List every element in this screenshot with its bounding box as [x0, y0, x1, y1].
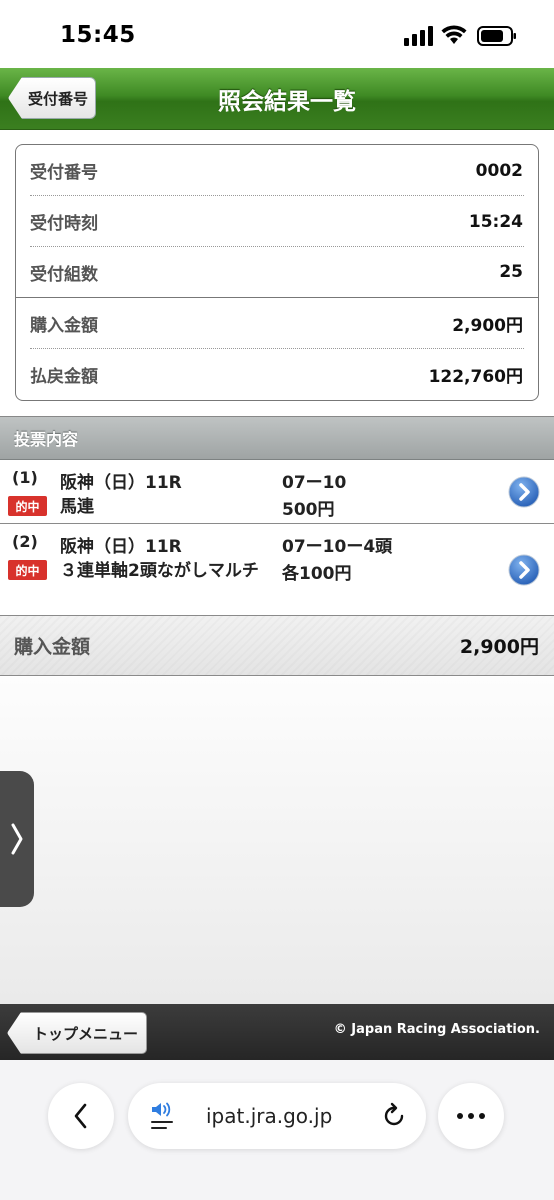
- votes-section-heading: 投票内容: [0, 416, 554, 460]
- reader-audio-icon: [151, 1102, 173, 1129]
- chevron-left-icon: [74, 1103, 87, 1129]
- summary-row-receipt-time: 受付時刻 15:24: [16, 196, 538, 247]
- summary-row-set-count: 受付組数 25: [16, 247, 538, 298]
- app-header: 照会結果一覧 受付番号: [0, 68, 554, 130]
- summary-row-receipt-number: 受付番号 0002: [16, 145, 538, 196]
- vote-amount: 500円: [282, 500, 335, 520]
- summary-value: 25: [499, 262, 523, 282]
- vote-venue: 阪神（日）11R: [60, 537, 182, 557]
- ellipsis-icon: [457, 1113, 485, 1119]
- content-blank-area: [0, 677, 554, 1004]
- status-time: 15:45: [60, 22, 136, 48]
- vote-bet-type: 馬連: [60, 497, 94, 517]
- summary-value: 2,900円: [452, 316, 523, 336]
- summary-value: 15:24: [468, 211, 523, 232]
- status-bar: 15:45: [0, 0, 554, 68]
- browser-back-button[interactable]: [48, 1083, 114, 1149]
- vote-combination: 07ー10: [282, 473, 347, 493]
- summary-label: 受付組数: [30, 264, 98, 285]
- more-options-button[interactable]: [438, 1083, 504, 1149]
- top-menu-button[interactable]: トップメニュー: [7, 1012, 147, 1054]
- summary-row-payout-amount: 払戻金額 122,760円: [16, 349, 538, 400]
- vote-item[interactable]: (2) 的中 阪神（日）11R ３連単軸2頭ながしマルチ 07ー10ー4頭 各1…: [0, 524, 554, 616]
- summary-label: 購入金額: [30, 316, 98, 336]
- chevron-right-circle-icon[interactable]: [508, 476, 540, 508]
- copyright-text: © Japan Racing Association.: [333, 1022, 540, 1037]
- vote-bet-type: ３連単軸2頭ながしマルチ: [60, 561, 259, 581]
- url-text: ipat.jra.go.jp: [206, 1104, 333, 1128]
- summary-value: 0002: [475, 160, 523, 181]
- vote-number: (2): [12, 532, 38, 551]
- summary-panel: 受付番号 0002 受付時刻 15:24 受付組数 25 購入金額 2,900円…: [15, 144, 539, 401]
- total-label: 購入金額: [14, 636, 91, 658]
- address-bar[interactable]: ipat.jra.go.jp: [128, 1083, 426, 1149]
- vote-venue: 阪神（日）11R: [60, 473, 182, 493]
- back-button[interactable]: 受付番号: [8, 77, 96, 119]
- summary-label: 払戻金額: [30, 367, 98, 387]
- side-panel-handle[interactable]: [0, 771, 34, 907]
- summary-value: 122,760円: [428, 367, 523, 387]
- chevron-right-icon: [11, 823, 23, 855]
- vote-combination: 07ー10ー4頭: [282, 537, 393, 557]
- summary-row-purchase-amount: 購入金額 2,900円: [16, 298, 538, 349]
- app-footer: トップメニュー © Japan Racing Association.: [0, 1004, 554, 1060]
- reload-icon[interactable]: [380, 1102, 408, 1130]
- vote-item[interactable]: (1) 的中 阪神（日）11R 馬連 07ー10 500円: [0, 460, 554, 524]
- hit-badge: 的中: [8, 560, 47, 580]
- cellular-signal-icon: [404, 26, 433, 46]
- total-value: 2,900円: [459, 636, 539, 658]
- wifi-icon: [441, 25, 467, 44]
- total-row: 購入金額 2,900円: [0, 616, 554, 676]
- summary-label: 受付番号: [30, 163, 98, 183]
- browser-toolbar: ipat.jra.go.jp: [0, 1060, 554, 1200]
- battery-icon: [477, 26, 516, 46]
- chevron-right-circle-icon[interactable]: [508, 554, 540, 586]
- vote-number: (1): [12, 468, 38, 487]
- vote-amount: 各100円: [282, 564, 352, 584]
- hit-badge: 的中: [8, 496, 47, 516]
- summary-label: 受付時刻: [30, 214, 98, 234]
